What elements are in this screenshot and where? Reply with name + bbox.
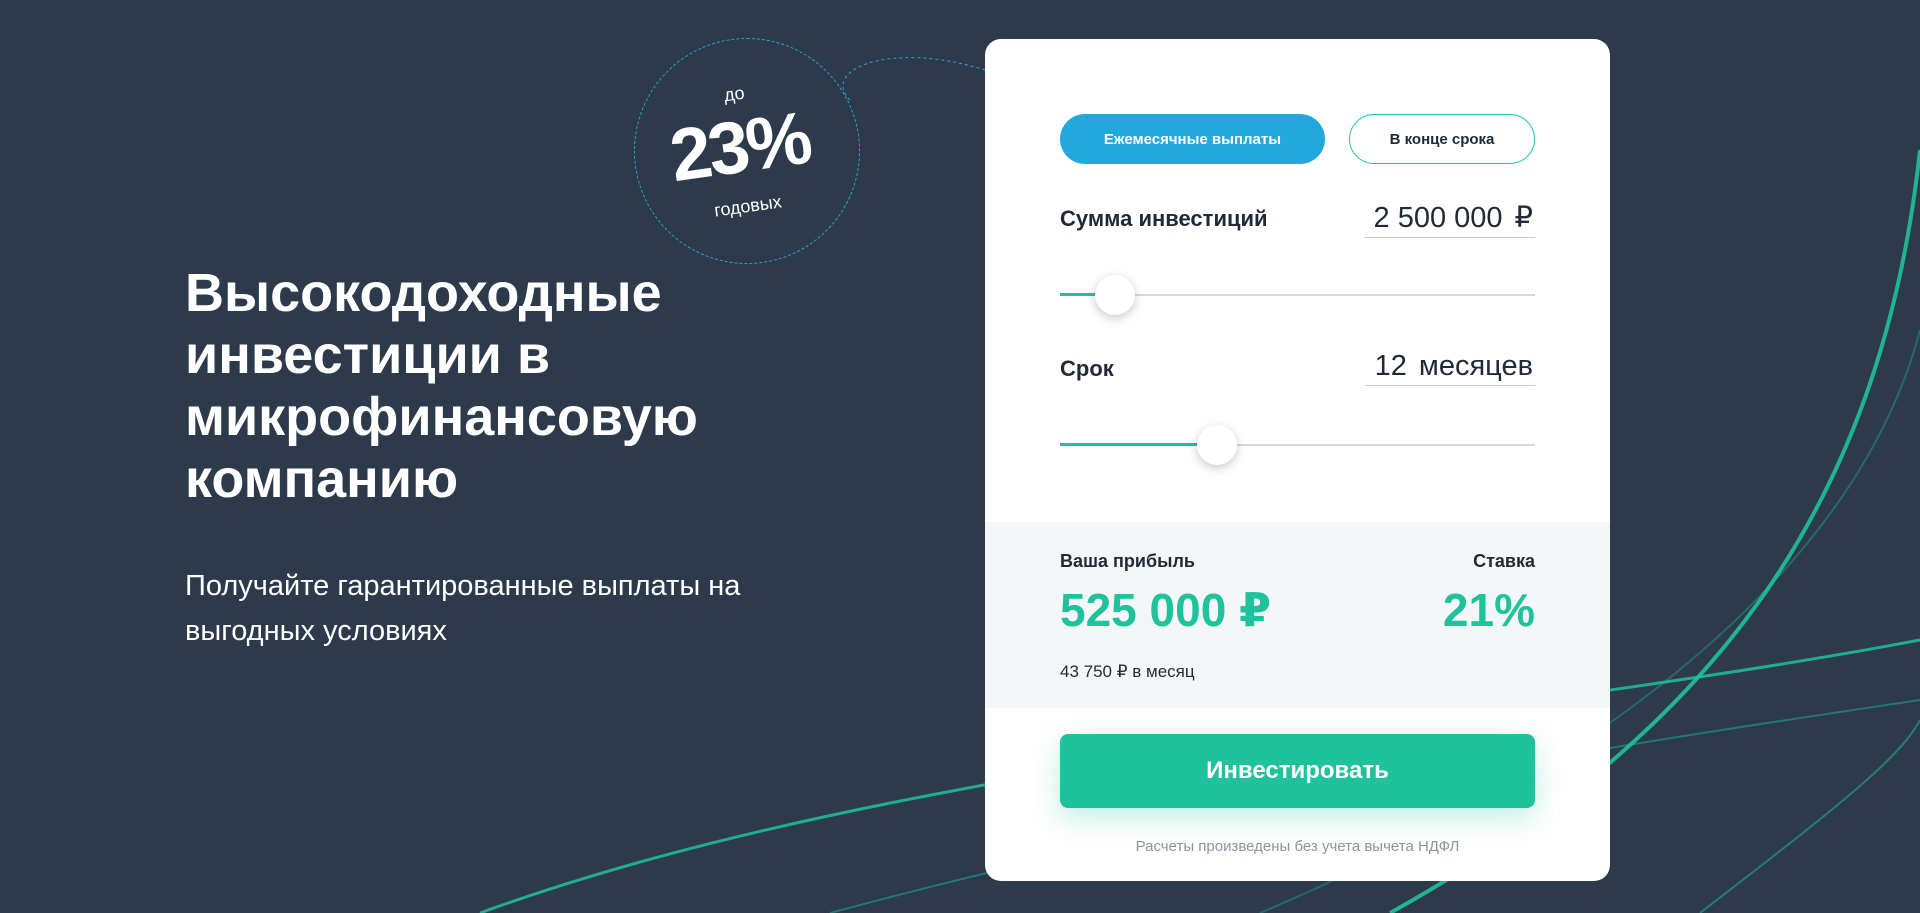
tab-end-of-term[interactable]: В конце срока [1349,114,1535,164]
tax-note: Расчеты произведены без учета вычета НДФ… [1135,838,1460,855]
page-title: Высокодоходные инвестиции в микрофинансо… [185,263,698,509]
rate-value: 21% [1442,584,1535,636]
amount-label: Сумма инвестиций [1060,206,1268,231]
term-field[interactable]: 12 месяцев [1364,350,1535,386]
amount-field[interactable]: 2 500 000 ₽ [1363,200,1535,238]
monthly-payment: 43 750 ₽ в месяц [1060,662,1195,681]
page-subtitle: Получайте гарантированные выплаты на выг… [185,570,741,647]
invest-button[interactable]: Инвестировать [1060,734,1535,808]
term-label: Срок [1060,356,1114,381]
ruble-unit: ₽ [1514,202,1533,234]
investment-calculator-card: Ежемесячные выплаты В конце срока Сумма … [985,39,1610,881]
amount-slider[interactable] [1060,275,1535,315]
rate-label: Ставка [1473,551,1535,571]
term-value[interactable]: 12 [1375,350,1407,382]
profit-value: 525 000 ₽ [1060,584,1272,636]
tab-monthly-payments[interactable]: Ежемесячные выплаты [1060,114,1325,164]
amount-value[interactable]: 2 500 000 [1374,202,1503,234]
result-panel: Ваша прибыль Ставка 525 000 ₽ 21% 43 750… [985,522,1610,708]
term-slider-thumb[interactable] [1197,425,1237,465]
annual-rate-badge: до 23% годовых [634,38,860,264]
term-slider[interactable] [1060,425,1535,465]
profit-label: Ваша прибыль [1060,551,1195,571]
term-slider-fill [1060,443,1217,446]
amount-slider-thumb[interactable] [1095,275,1135,315]
term-unit: месяцев [1418,350,1533,382]
